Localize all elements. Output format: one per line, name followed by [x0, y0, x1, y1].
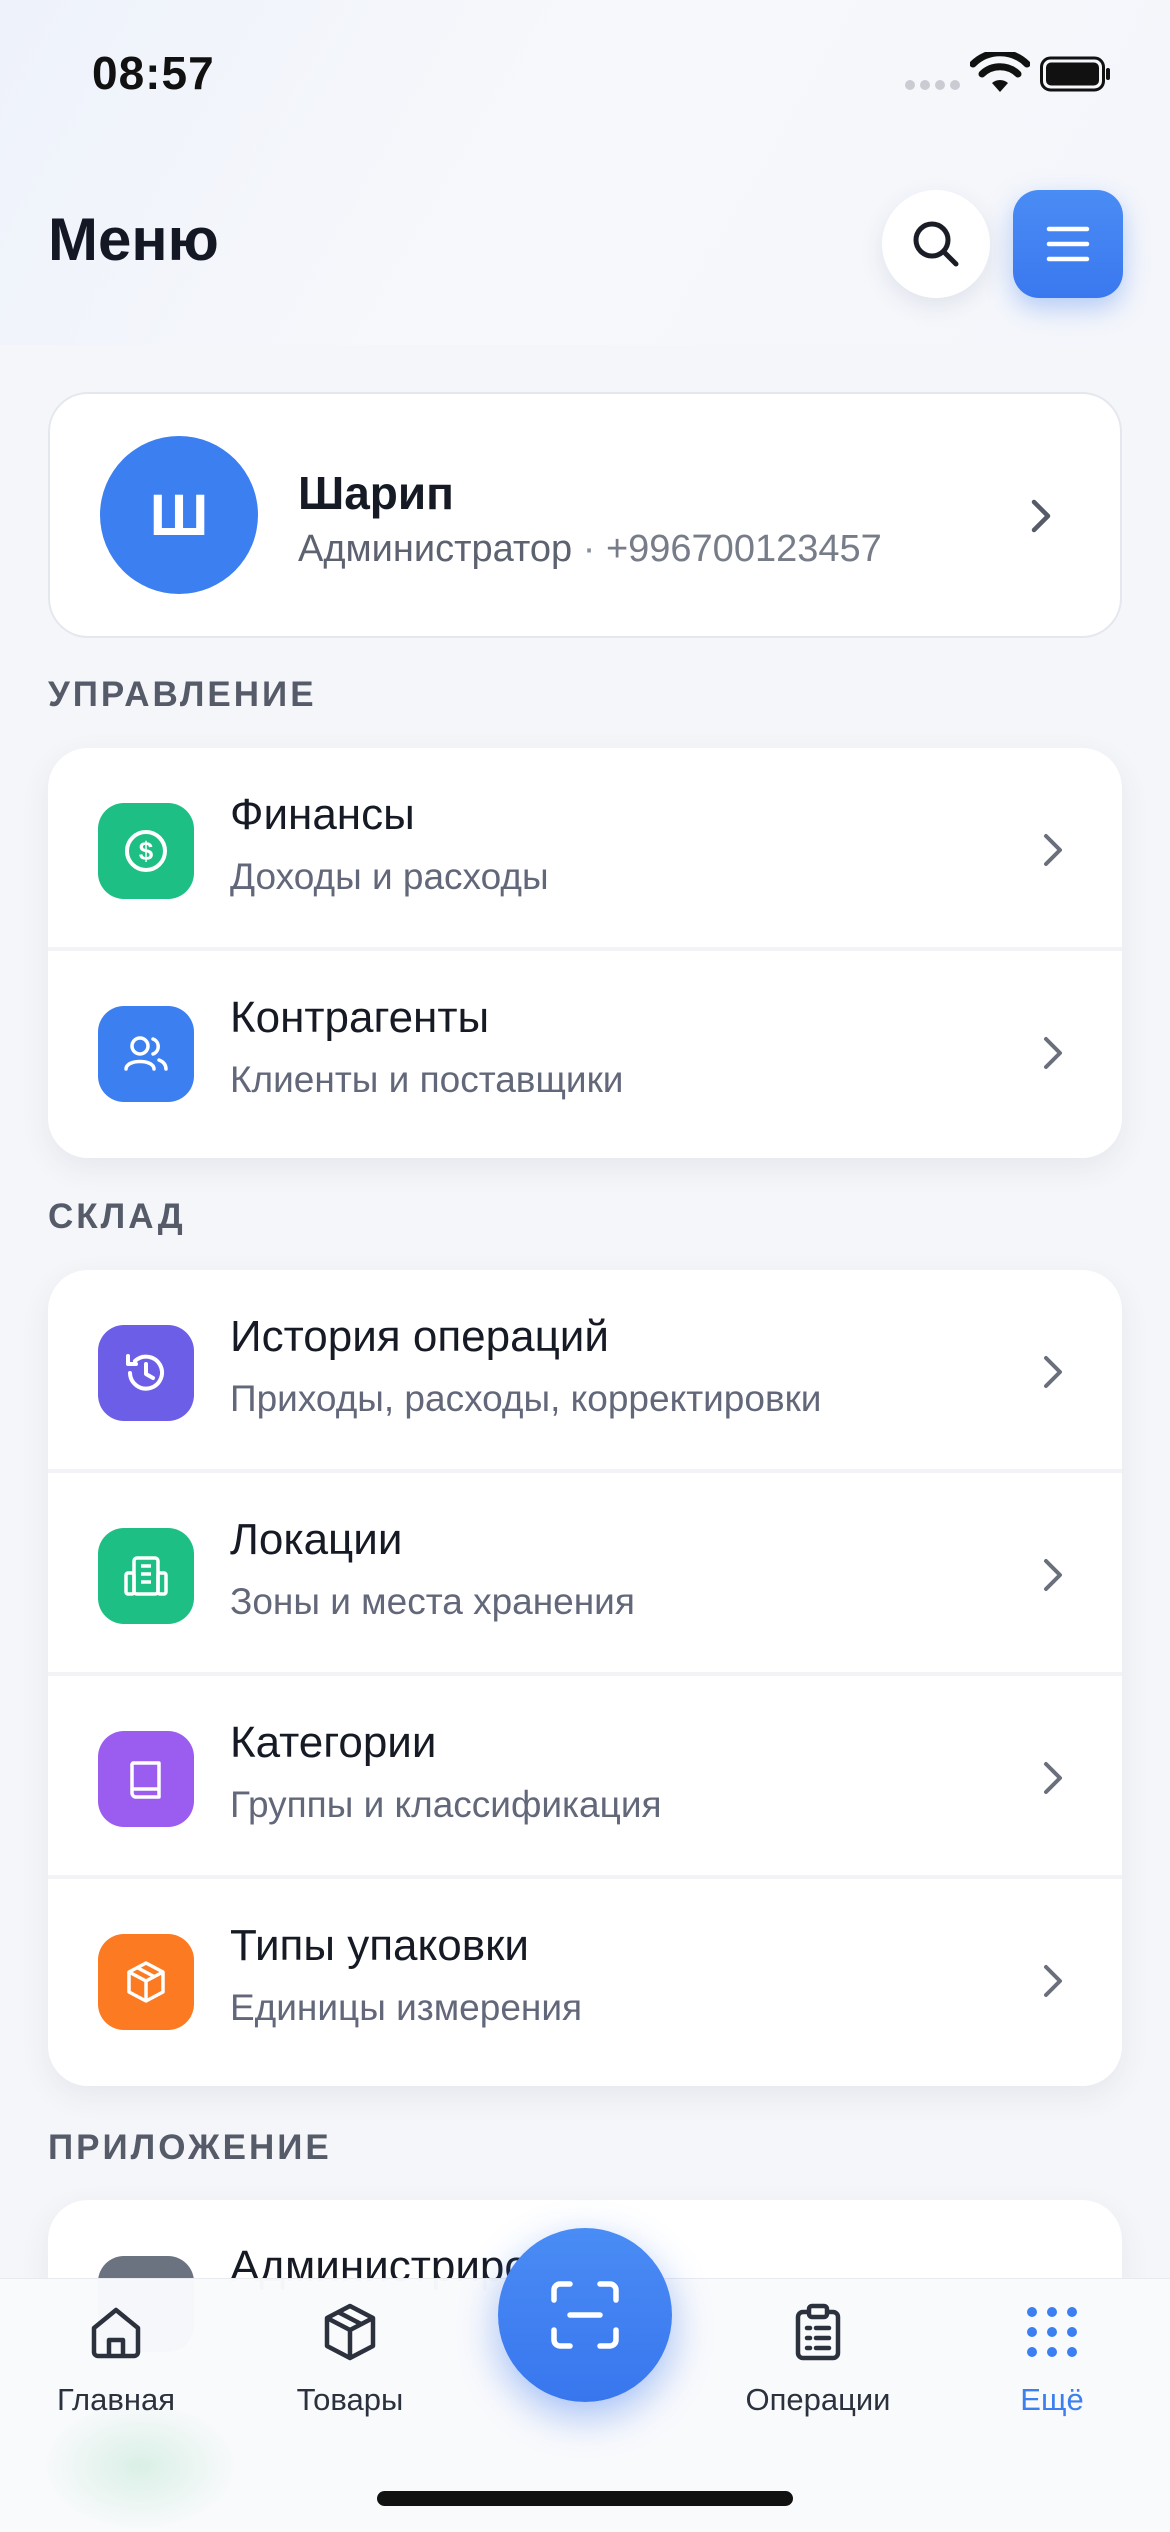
dollar-circle-icon: $	[98, 803, 194, 899]
section-group-warehouse: История операций Приходы, расходы, корре…	[48, 1270, 1122, 2086]
clipboard-icon	[795, 2303, 841, 2361]
menu-item-title: Категории	[230, 1718, 437, 1767]
tab-label: Ещё	[1020, 2382, 1084, 2417]
box-icon	[324, 2303, 376, 2361]
battery-icon	[1040, 56, 1110, 92]
profile-role: Администратор	[298, 528, 573, 570]
svg-text:$: $	[139, 836, 154, 866]
menu-item-subtitle: Группы и классификация	[230, 1784, 662, 1825]
menu-item-subtitle: Приходы, расходы, корректировки	[230, 1378, 822, 1419]
status-time: 08:57	[92, 47, 215, 99]
page-title: Меню	[48, 206, 219, 273]
menu-item-categories[interactable]: Категории Группы и классификация	[48, 1676, 1122, 1879]
menu-button[interactable]	[1013, 190, 1123, 298]
profile-name: Шарип	[298, 467, 454, 519]
profile-details: Администратор · +996700123457	[298, 528, 882, 571]
chevron-right-icon	[1044, 1559, 1062, 1591]
menu-item-operations-history[interactable]: История операций Приходы, расходы, корре…	[48, 1270, 1122, 1473]
menu-item-counterparties[interactable]: Контрагенты Клиенты и поставщики	[48, 951, 1122, 1154]
scan-button[interactable]	[498, 2228, 672, 2402]
menu-item-locations[interactable]: Локации Зоны и места хранения	[48, 1473, 1122, 1676]
avatar: Ш	[100, 436, 258, 594]
tab-products[interactable]: Товары	[260, 2300, 440, 2440]
menu-item-title: Контрагенты	[230, 993, 490, 1042]
home-icon	[91, 2307, 141, 2359]
tab-more[interactable]: Ещё	[962, 2300, 1142, 2440]
menu-item-title: Финансы	[230, 790, 415, 839]
home-indicator	[377, 2491, 793, 2506]
menu-item-finance[interactable]: $ Финансы Доходы и расходы	[48, 748, 1122, 951]
section-label-app: ПРИЛОЖЕНИЕ	[48, 2128, 332, 2167]
tab-label: Товары	[296, 2382, 404, 2417]
menu-item-subtitle: Доходы и расходы	[230, 856, 549, 897]
chevron-right-icon	[1044, 834, 1062, 866]
scan-icon	[551, 2281, 619, 2349]
chevron-right-icon	[1044, 1965, 1062, 1997]
package-icon	[98, 1934, 194, 2030]
search-icon	[913, 221, 959, 267]
tab-label: Главная	[57, 2382, 175, 2417]
chevron-right-icon	[1044, 1037, 1062, 1069]
chevron-right-icon	[1031, 499, 1051, 533]
cellular-signal-icon	[905, 80, 961, 90]
profile-card[interactable]: Ш Шарип Администратор · +996700123457	[48, 392, 1122, 638]
chevron-right-icon	[1044, 1356, 1062, 1388]
menu-item-subtitle: Зоны и места хранения	[230, 1581, 635, 1622]
status-bar: 08:57	[0, 0, 1170, 150]
section-label-warehouse: СКЛАД	[48, 1197, 186, 1236]
book-icon	[98, 1731, 194, 1827]
menu-icon	[1046, 226, 1090, 262]
profile-separator: ·	[572, 528, 606, 570]
menu-item-packaging-types[interactable]: Типы упаковки Единицы измерения	[48, 1879, 1122, 2082]
tab-home[interactable]: Главная	[26, 2300, 206, 2440]
menu-item-title: Типы упаковки	[230, 1921, 529, 1970]
section-label-management: УПРАВЛЕНИЕ	[48, 675, 317, 714]
profile-phone: +996700123457	[605, 528, 882, 570]
tab-label: Операции	[745, 2382, 891, 2417]
wifi-icon	[970, 52, 1030, 92]
history-icon	[98, 1325, 194, 1421]
menu-item-subtitle: Клиенты и поставщики	[230, 1059, 624, 1100]
search-button[interactable]	[882, 190, 990, 298]
chevron-right-icon	[1044, 1762, 1062, 1794]
menu-item-title: Локации	[230, 1515, 403, 1564]
section-group-management: $ Финансы Доходы и расходы Контрагенты К…	[48, 748, 1122, 1158]
tab-operations[interactable]: Операции	[728, 2300, 908, 2440]
building-icon	[98, 1528, 194, 1624]
grid-dots-icon	[1027, 2307, 1077, 2357]
menu-item-subtitle: Единицы измерения	[230, 1987, 583, 2028]
users-icon	[98, 1006, 194, 1102]
menu-item-title: История операций	[230, 1312, 609, 1361]
